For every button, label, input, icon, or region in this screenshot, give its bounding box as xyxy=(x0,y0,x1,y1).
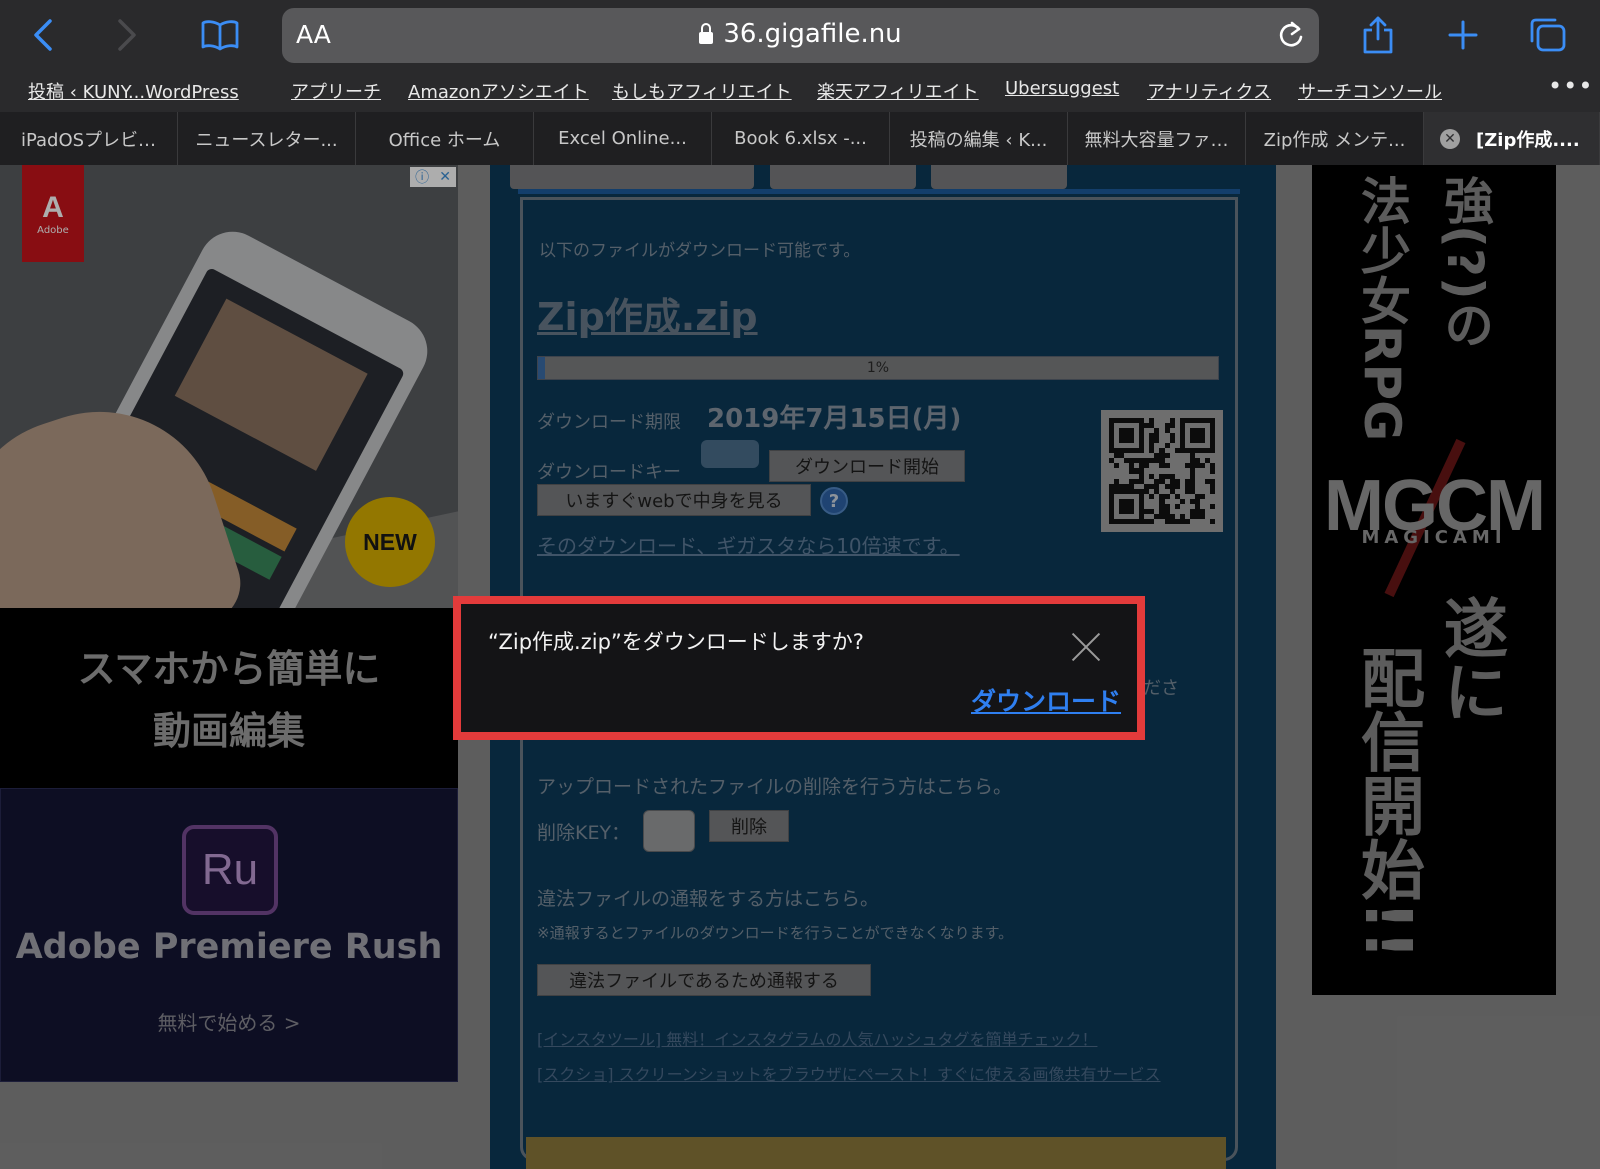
book-icon[interactable] xyxy=(198,14,242,56)
chevron-right-icon[interactable] xyxy=(112,14,142,56)
tab-excel-online[interactable]: Excel Online... xyxy=(534,112,712,165)
download-confirm-dialog: “Zip作成.zip”をダウンロードしますか? ダウンロード xyxy=(453,596,1145,740)
tab-zip-active[interactable]: ✕ [Zip作成.... xyxy=(1424,112,1600,165)
tab-label: Zip作成 メンテ... xyxy=(1263,129,1406,151)
url-display: 36.gigafile.nu xyxy=(282,19,1319,49)
tabs-icon[interactable] xyxy=(1526,14,1568,56)
tab-label: 投稿の編集 ‹ K... xyxy=(909,129,1048,151)
bookmark-ubersuggest[interactable]: Ubersuggest xyxy=(1005,78,1119,99)
tab-post-edit[interactable]: 投稿の編集 ‹ K... xyxy=(890,112,1068,165)
tab-label: 無料大容量ファ… xyxy=(1084,129,1229,151)
bookmark-search-console[interactable]: サーチコンソール xyxy=(1298,78,1442,104)
tab-label: ニュースレター... xyxy=(195,129,338,151)
url-text: 36.gigafile.nu xyxy=(723,19,902,49)
tab-label: Office ホーム xyxy=(388,129,501,151)
tab-label: Excel Online... xyxy=(558,128,687,149)
bookmark-analytics[interactable]: アナリティクス xyxy=(1147,78,1271,104)
bookmark-wordpress[interactable]: 投稿 ‹ KUNY...WordPress xyxy=(28,78,239,104)
share-icon[interactable] xyxy=(1360,14,1396,56)
tab-office-home[interactable]: Office ホーム xyxy=(356,112,534,165)
tab-gigafile[interactable]: 無料大容量ファ… xyxy=(1068,112,1246,165)
address-bar[interactable]: AA 36.gigafile.nu xyxy=(282,8,1319,63)
close-icon[interactable] xyxy=(1071,632,1101,662)
browser-toolbar: AA 36.gigafile.nu xyxy=(0,0,1600,72)
tab-bar: iPadOSプレビ… ニュースレター... Office ホーム Excel O… xyxy=(0,112,1600,165)
dialog-download-button[interactable]: ダウンロード xyxy=(971,682,1121,718)
tab-newsletter[interactable]: ニュースレター... xyxy=(178,112,356,165)
chevron-left-icon[interactable] xyxy=(28,14,58,56)
bookmarks-bar: 投稿 ‹ KUNY...WordPress アプリーチ Amazonアソシエイト… xyxy=(0,72,1600,112)
tab-label: Book 6.xlsx -... xyxy=(734,128,867,149)
tab-ipados[interactable]: iPadOSプレビ… xyxy=(0,112,178,165)
tab-label: [Zip作成.... xyxy=(1476,129,1580,151)
bookmark-rakuten[interactable]: 楽天アフィリエイト xyxy=(817,78,979,104)
reload-icon[interactable] xyxy=(1277,20,1305,54)
bookmark-amazon[interactable]: Amazonアソシエイト xyxy=(408,78,589,104)
web-page: A Adobe ⓘ ✕ NEW スマホから簡単に 動画編集 Ru Adobe Pr… xyxy=(0,165,1600,1169)
more-bookmarks-icon[interactable]: ••• xyxy=(1548,72,1593,100)
bookmark-appreach[interactable]: アプリーチ xyxy=(291,78,381,104)
tab-zip-maintenance[interactable]: Zip作成 メンテ... xyxy=(1246,112,1424,165)
plus-icon[interactable] xyxy=(1446,14,1480,56)
close-tab-icon[interactable]: ✕ xyxy=(1440,128,1460,149)
lock-icon xyxy=(699,23,714,44)
tab-label: iPadOSプレビ… xyxy=(20,129,157,151)
tab-book6[interactable]: Book 6.xlsx -... xyxy=(712,112,890,165)
bookmark-moshimo[interactable]: もしもアフィリエイト xyxy=(612,78,792,104)
dialog-message: “Zip作成.zip”をダウンロードしますか? xyxy=(488,630,864,654)
